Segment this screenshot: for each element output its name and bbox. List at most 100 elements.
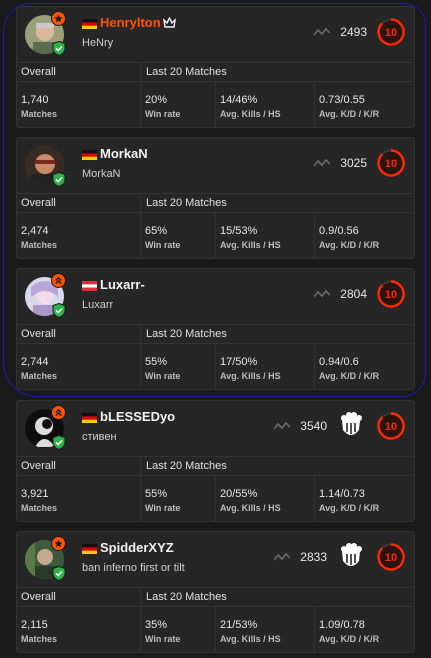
stat-avg-kills-hs: 21/53% Avg. Kills / HS <box>216 607 315 653</box>
skill-level-badge: 10 <box>377 543 405 571</box>
player-nickname: HeNry <box>82 37 114 49</box>
overall-header: Overall <box>21 66 56 78</box>
stat-value: 3,921 <box>21 488 49 500</box>
skill-level-badge: 10 <box>377 18 405 46</box>
player-nickname: MorkaN <box>82 168 121 180</box>
stat-win-rate: 65% Win rate <box>141 213 216 259</box>
stat-label: Win rate <box>145 371 181 381</box>
last-20-header: Last 20 Matches <box>146 197 227 209</box>
chevron-up-icon <box>51 405 66 420</box>
stats-row: 1,740 Matches 20% Win rate 14/46% Avg. Kill… <box>17 82 414 128</box>
player-card[interactable]: bLESSEDyo стивен 3540 10 Overall Last 20… <box>16 400 415 522</box>
player-card[interactable]: SpidderXYZ ban inferno first or tilt 283… <box>16 531 415 653</box>
stat-value: 65% <box>145 225 168 237</box>
stat-avg-kd-kr: 0.94/0.6 Avg. K/D / K/R <box>315 344 414 390</box>
player-name[interactable]: bLESSEDyo <box>100 409 175 424</box>
stat-value: 1.14/0.73 <box>319 488 365 500</box>
flag-germany-icon <box>82 19 97 29</box>
stats-row: 2,744 Matches 55% Win rate 17/50% Avg. Kill… <box>17 344 414 390</box>
stat-win-rate: 55% Win rate <box>141 344 216 390</box>
player-name[interactable]: SpidderXYZ <box>100 540 174 555</box>
player-name[interactable]: MorkaN <box>100 146 148 161</box>
overall-header: Overall <box>21 460 56 472</box>
flag-germany-icon <box>82 413 97 423</box>
stat-avg-kills-hs: 20/55% Avg. Kills / HS <box>216 476 315 522</box>
stat-avg-kd-kr: 0.9/0.56 Avg. K/D / K/R <box>315 213 414 259</box>
stat-matches: 2,744 Matches <box>17 344 141 390</box>
skill-level-badge: 10 <box>377 412 405 440</box>
stat-label: Win rate <box>145 503 181 513</box>
stat-value: 1.09/0.78 <box>319 619 365 631</box>
skill-level-value: 10 <box>385 421 397 433</box>
stat-value: 20/55% <box>220 488 258 500</box>
stat-avg-kills-hs: 14/46% Avg. Kills / HS <box>216 82 315 128</box>
stat-label: Avg. Kills / HS <box>220 240 281 250</box>
stat-label: Matches <box>21 503 58 513</box>
flag-germany-icon <box>82 150 97 160</box>
stat-matches: 3,921 Matches <box>17 476 141 522</box>
stat-value: 2,474 <box>21 225 49 237</box>
bds-logo-icon <box>341 412 362 435</box>
stat-value: 2,744 <box>21 356 49 368</box>
shield-icon <box>52 172 66 187</box>
overall-header: Overall <box>21 328 56 340</box>
skill-level-value: 10 <box>385 552 397 564</box>
stat-value: 20% <box>145 94 168 106</box>
stat-label: Avg. K/D / K/R <box>319 371 380 381</box>
stat-label: Avg. Kills / HS <box>220 109 281 119</box>
shield-icon <box>52 435 66 450</box>
stat-value: 15/53% <box>220 225 258 237</box>
shield-icon <box>52 41 66 56</box>
stat-label: Win rate <box>145 240 181 250</box>
skill-level-value: 10 <box>385 27 397 39</box>
stat-value: 55% <box>145 356 168 368</box>
player-nickname: ban inferno first or tilt <box>82 562 185 574</box>
stat-label: Avg. K/D / K/R <box>319 109 380 119</box>
last-20-header: Last 20 Matches <box>146 328 227 340</box>
stat-value: 17/50% <box>220 356 258 368</box>
stat-value: 14/46% <box>220 94 258 106</box>
player-card-header: SpidderXYZ ban inferno first or tilt 283… <box>17 532 414 587</box>
flag-germany-icon <box>82 544 97 554</box>
stat-label: Avg. Kills / HS <box>220 503 281 513</box>
flag-austria-icon <box>82 281 97 291</box>
stat-label: Matches <box>21 634 58 644</box>
skill-level-badge: 10 <box>377 280 405 308</box>
elo-value: 2493 <box>340 25 367 39</box>
stats-row: 2,115 Matches 35% Win rate 21/53% Avg. Kill… <box>17 607 414 653</box>
overall-header: Overall <box>21 591 56 603</box>
stat-win-rate: 55% Win rate <box>141 476 216 522</box>
stat-avg-kd-kr: 1.09/0.78 Avg. K/D / K/R <box>315 607 414 653</box>
player-card[interactable]: Henrylton HeNry 2493 10 Overall Last 20 … <box>16 6 415 128</box>
stats-row: 2,474 Matches 65% Win rate 15/53% Avg. Kill… <box>17 213 414 259</box>
player-name[interactable]: Henrylton <box>100 15 161 30</box>
stat-label: Matches <box>21 371 58 381</box>
stat-label: Avg. Kills / HS <box>220 371 281 381</box>
stat-value: 21/53% <box>220 619 258 631</box>
stat-label: Matches <box>21 240 58 250</box>
bds-logo-icon <box>341 543 362 566</box>
last-20-header: Last 20 Matches <box>146 460 227 472</box>
skill-level-badge: 10 <box>377 149 405 177</box>
player-card[interactable]: MorkaN MorkaN 3025 10 Overall Last 20 Ma… <box>16 137 415 259</box>
stats-header-row: Overall Last 20 Matches <box>17 324 414 344</box>
stat-value: 0.94/0.6 <box>319 356 359 368</box>
skill-level-value: 10 <box>385 158 397 170</box>
elo-value: 2833 <box>300 550 327 564</box>
stats-header-row: Overall Last 20 Matches <box>17 456 414 476</box>
stat-label: Win rate <box>145 634 181 644</box>
stat-matches: 2,115 Matches <box>17 607 141 653</box>
player-card-header: MorkaN MorkaN 3025 10 <box>17 138 414 193</box>
stat-label: Avg. K/D / K/R <box>319 240 380 250</box>
star-icon <box>51 11 66 26</box>
player-name[interactable]: Luxarr- <box>100 277 145 292</box>
stat-value: 2,115 <box>21 619 48 631</box>
player-nickname: Luxarr <box>82 299 114 311</box>
player-card[interactable]: Luxarr- Luxarr 2804 10 Overall Last 20 M… <box>16 268 415 390</box>
player-card-header: Luxarr- Luxarr 2804 10 <box>17 269 414 324</box>
skill-level-value: 10 <box>385 289 397 301</box>
elo-value: 3540 <box>300 419 327 433</box>
crown-icon <box>163 17 176 28</box>
stat-win-rate: 35% Win rate <box>141 607 216 653</box>
stat-matches: 2,474 Matches <box>17 213 141 259</box>
